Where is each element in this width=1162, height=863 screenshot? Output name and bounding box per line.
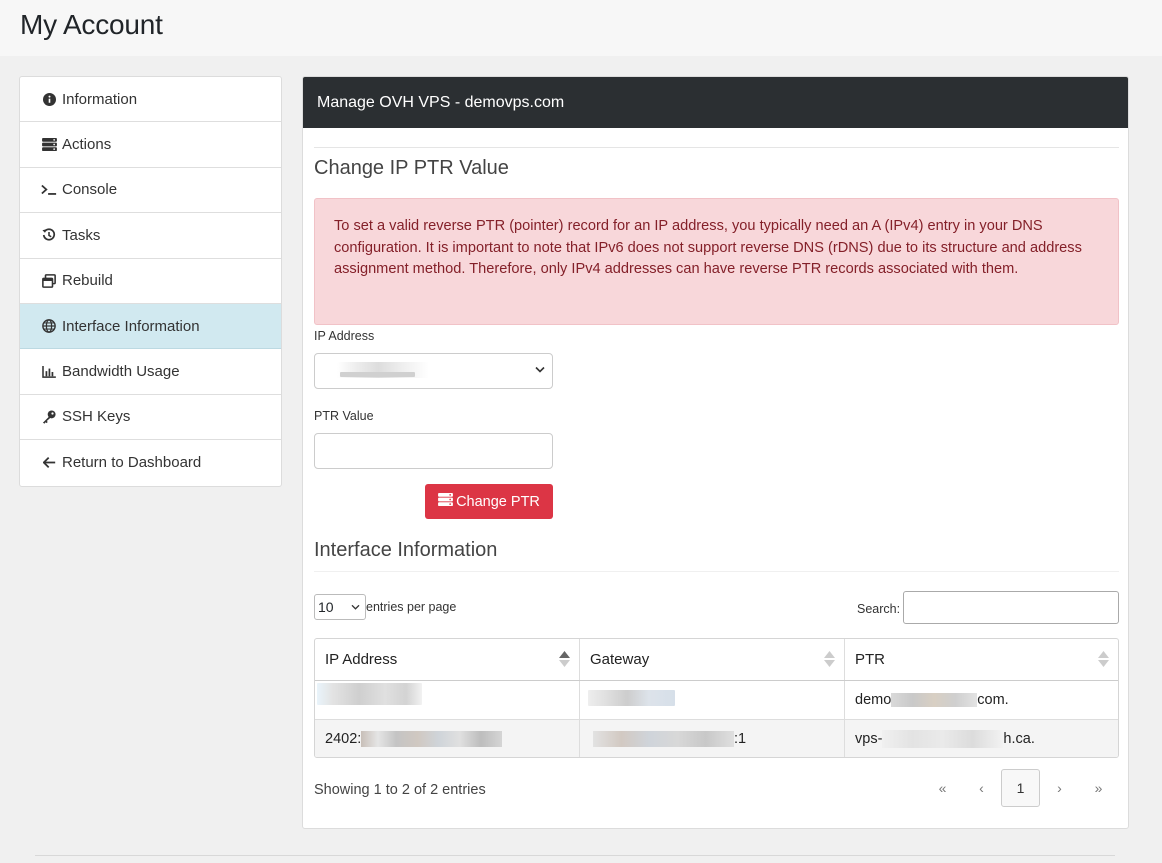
sidebar: Information Actions Console Tasks Rebuil… — [19, 76, 282, 487]
ptr-value-end: h.ca. — [1003, 731, 1035, 747]
sidebar-item-return-to-dashboard[interactable]: Return to Dashboard — [20, 440, 281, 485]
sidebar-item-label: Bandwidth Usage — [62, 363, 180, 381]
column-header-ip-address[interactable]: IP Address — [315, 639, 580, 680]
sort-icon — [824, 651, 835, 667]
pagination-first-button[interactable]: « — [923, 769, 962, 807]
ip-address-select[interactable] — [314, 353, 553, 389]
interface-table: IP Address Gateway PTR demo com. 2402::… — [314, 638, 1119, 758]
ptr-value-start: demo — [855, 692, 892, 708]
redacted-ptr — [882, 730, 1004, 748]
interface-section-title: Interface Information — [314, 539, 498, 561]
pagination-last-button[interactable]: » — [1079, 769, 1118, 807]
sidebar-item-bandwidth-usage[interactable]: Bandwidth Usage — [20, 349, 281, 395]
sidebar-item-label: Interface Information — [62, 317, 200, 335]
sidebar-item-label: Rebuild — [62, 272, 113, 290]
key-icon — [41, 409, 57, 425]
table-header-row: IP Address Gateway PTR — [315, 639, 1118, 681]
sidebar-item-label: Return to Dashboard — [62, 454, 202, 472]
ptr-value-start: vps- — [855, 731, 883, 747]
sidebar-item-rebuild[interactable]: Rebuild — [20, 259, 281, 304]
sidebar-item-interface-information[interactable]: Interface Information — [20, 303, 281, 350]
pagination: « ‹ 1 › » — [923, 769, 1118, 807]
ptr-alert: To set a valid reverse PTR (pointer) rec… — [314, 198, 1119, 325]
table-row: demo com. — [315, 681, 1118, 720]
gateway-cell: :1 — [580, 720, 845, 757]
sidebar-item-label: Tasks — [62, 226, 101, 244]
redacted-gateway — [588, 690, 675, 706]
ptr-section-title: Change IP PTR Value — [314, 157, 509, 179]
ptr-value-label: PTR Value — [314, 409, 374, 423]
sort-icon — [1098, 651, 1109, 667]
search-label: Search: — [857, 602, 901, 616]
change-ptr-button[interactable]: Change PTR — [425, 484, 553, 519]
column-header-label: IP Address — [325, 651, 398, 668]
table-info: Showing 1 to 2 of 2 entries — [314, 782, 486, 798]
page-title: My Account — [20, 9, 163, 40]
chevron-down-icon — [535, 366, 545, 373]
bar-chart-icon — [41, 364, 57, 380]
sidebar-item-label: SSH Keys — [62, 408, 131, 426]
sidebar-item-label: Information — [62, 90, 138, 108]
ip-value: 2402: — [325, 731, 362, 747]
info-circle-icon — [41, 91, 57, 107]
history-icon — [41, 227, 57, 243]
redacted-ptr — [891, 693, 978, 707]
card-header: Manage OVH VPS - demovps.com — [303, 77, 1128, 128]
footer-divider — [35, 855, 1115, 856]
redacted-gateway — [593, 731, 734, 747]
sidebar-item-label: Console — [62, 181, 118, 199]
column-header-label: PTR — [855, 651, 885, 668]
entries-per-page-label: entries per page — [366, 600, 457, 614]
sidebar-item-label: Actions — [62, 136, 112, 154]
ptr-cell: demo com. — [845, 681, 1118, 719]
entries-per-page-value: 10 — [318, 599, 334, 615]
search-input[interactable] — [903, 591, 1119, 624]
sidebar-item-information[interactable]: Information — [20, 77, 281, 123]
ptr-cell: vps- h.ca. — [845, 720, 1118, 757]
sidebar-item-actions[interactable]: Actions — [20, 122, 281, 168]
sidebar-item-console[interactable]: Console — [20, 168, 281, 214]
manage-vps-card: Manage OVH VPS - demovps.com Change IP P… — [302, 76, 1129, 829]
ptr-value-end: com. — [977, 692, 1009, 708]
column-header-ptr[interactable]: PTR — [845, 639, 1118, 680]
ptr-value-input[interactable] — [314, 433, 553, 469]
pagination-previous-button[interactable]: ‹ — [962, 769, 1001, 807]
redacted-ip — [317, 683, 422, 705]
pagination-next-button[interactable]: › — [1040, 769, 1079, 807]
sort-ascending-icon — [559, 651, 570, 667]
chevron-down-icon — [351, 604, 360, 610]
table-row: 2402: :1 vps- h.ca. — [315, 720, 1118, 757]
terminal-icon — [41, 182, 57, 198]
change-ptr-label: Change PTR — [456, 493, 540, 510]
divider — [314, 571, 1119, 572]
divider — [314, 147, 1119, 148]
window-restore-icon — [41, 273, 57, 289]
gateway-cell — [580, 681, 845, 719]
globe-icon — [41, 318, 57, 334]
server-icon — [438, 493, 454, 510]
arrow-left-icon — [41, 455, 57, 471]
column-header-label: Gateway — [590, 651, 650, 668]
ip-address-label: IP Address — [314, 329, 375, 343]
pagination-page-1[interactable]: 1 — [1001, 769, 1040, 807]
ip-cell — [315, 681, 580, 719]
gateway-value-end: :1 — [734, 731, 747, 747]
page-header: My Account — [0, 0, 1162, 56]
server-icon — [41, 137, 57, 153]
ip-cell: 2402: — [315, 720, 580, 757]
sidebar-item-ssh-keys[interactable]: SSH Keys — [20, 395, 281, 441]
redacted-ip — [340, 372, 415, 377]
redacted-ip — [361, 731, 503, 747]
entries-per-page-select[interactable]: 10 — [314, 594, 366, 620]
sidebar-item-tasks[interactable]: Tasks — [20, 213, 281, 259]
column-header-gateway[interactable]: Gateway — [580, 639, 845, 680]
